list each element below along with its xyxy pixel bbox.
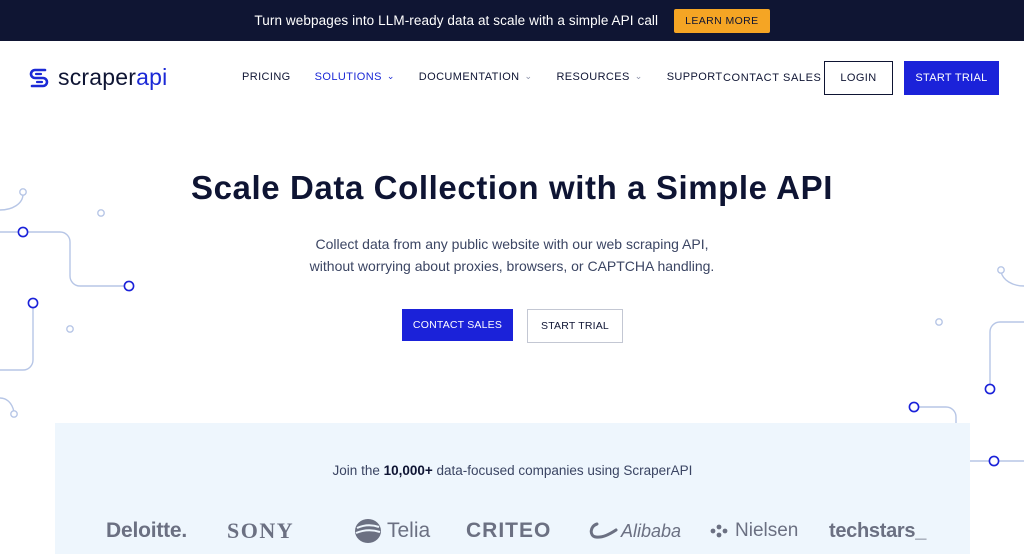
customer-count-text: Join the 10,000+ data-focused companies … — [55, 463, 970, 478]
telia-logo: Telia — [354, 516, 430, 546]
criteo-logo: CRITEO — [466, 519, 552, 542]
hero-subtitle-line-1: Collect data from any public website wit… — [315, 236, 709, 252]
hero-subtitle: Collect data from any public website wit… — [262, 233, 762, 277]
hero-contact-sales-button[interactable]: CONTACT SALES — [402, 309, 513, 341]
customer-logos: Deloitte. SONY Telia CRITEO Alibaba Niel… — [55, 516, 970, 546]
hero-subtitle-line-2: without worrying about proxies, browsers… — [309, 258, 715, 274]
techstars-logo: techstars_ — [829, 519, 927, 542]
nielsen-dots-icon — [710, 524, 728, 538]
customer-logos-section: Join the 10,000+ data-focused companies … — [55, 423, 970, 554]
customer-text-suffix: data-focused companies using ScraperAPI — [432, 463, 693, 478]
hero-title: Scale Data Collection with a Simple API — [190, 169, 833, 206]
telia-pebble-icon — [355, 519, 381, 543]
customer-text-prefix: Join the — [332, 463, 384, 478]
alibaba-swoosh-icon — [589, 522, 618, 539]
alibaba-logo: Alibaba — [588, 516, 681, 546]
sony-logo: SONY — [227, 518, 295, 543]
deloitte-logo: Deloitte. — [106, 519, 188, 542]
hero-start-trial-button[interactable]: START TRIAL — [527, 309, 623, 343]
customer-count: 10,000+ — [383, 463, 433, 478]
nielsen-logo: Nielsen — [710, 516, 798, 546]
